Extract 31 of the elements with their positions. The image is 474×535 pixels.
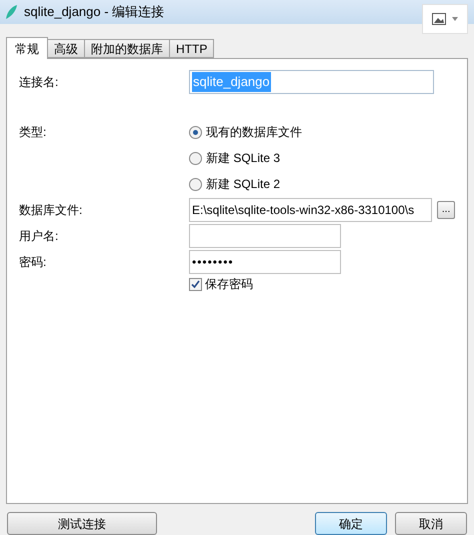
field-label: 连接名: (19, 74, 60, 91)
check-icon (191, 280, 200, 288)
image-menu-button[interactable] (422, 4, 468, 34)
image-icon (432, 13, 446, 25)
radio-option[interactable]: 新建 SQLite 3 (189, 149, 280, 167)
selected-text: sqlite_django (192, 72, 271, 92)
radio-button[interactable] (189, 126, 202, 138)
field-label: 密码: (19, 254, 48, 271)
tab[interactable]: 附加的数据库 (85, 39, 170, 58)
radio-option[interactable]: 新建 SQLite 2 (189, 175, 280, 193)
cancel-button[interactable]: 取消 (395, 512, 467, 535)
radio-button[interactable] (189, 178, 202, 190)
caret-icon (452, 17, 458, 21)
password-field[interactable]: •••••••• (189, 250, 341, 274)
radio-option[interactable]: 现有的数据库文件 (189, 123, 302, 141)
tab[interactable]: 常规 (6, 37, 48, 59)
tab[interactable]: HTTP (170, 39, 214, 58)
database-file-field[interactable]: E:\sqlite\sqlite-tools-win32-x86-3310100\s (189, 198, 432, 222)
radio-button[interactable] (189, 152, 202, 164)
username-field[interactable] (189, 224, 341, 248)
field-label: 类型: (19, 124, 48, 141)
save-password-checkbox[interactable]: 保存密码 (189, 275, 253, 293)
browse-button[interactable]: ... (437, 201, 455, 219)
feather-icon (4, 4, 18, 20)
window-title: sqlite_django - 编辑连接 (24, 3, 164, 22)
test-connection-button[interactable]: 测试连接 (7, 512, 157, 535)
field-label: 数据库文件: (19, 202, 84, 219)
ok-button[interactable]: 确定 (315, 512, 387, 535)
field-label: 用户名: (19, 228, 60, 245)
checkbox[interactable] (189, 278, 202, 290)
tab[interactable]: 高级 (48, 39, 85, 58)
